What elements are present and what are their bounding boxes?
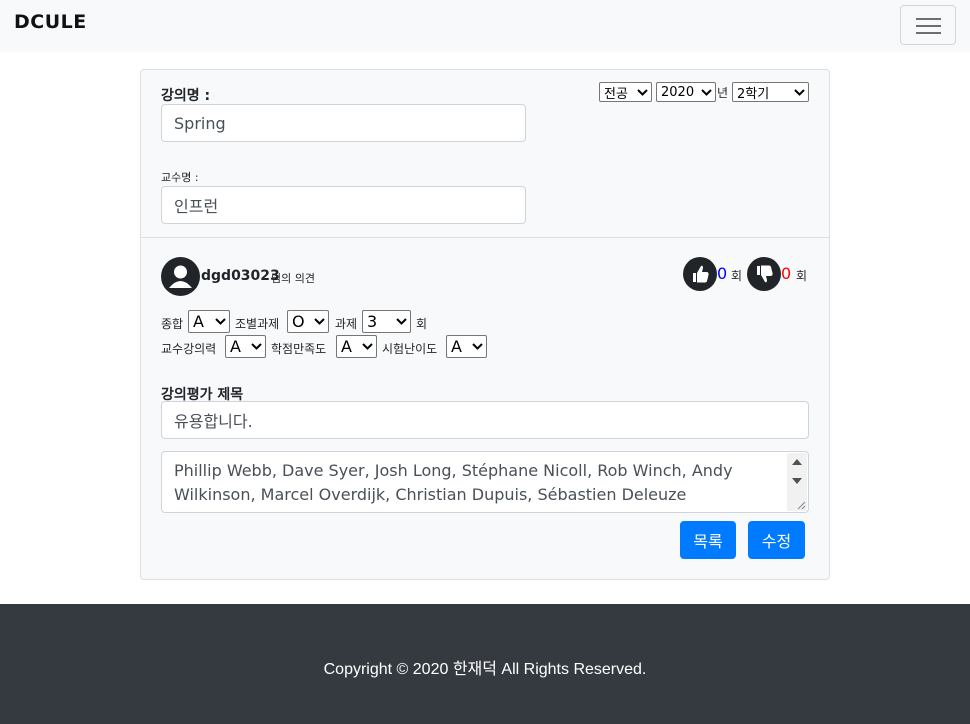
grading-select-value: A [341, 337, 352, 356]
assignment-label: 과제 [335, 317, 358, 331]
overall-select[interactable]: A [188, 310, 230, 333]
assignment-select[interactable]: 3 [362, 310, 411, 333]
grading-select[interactable]: A [336, 335, 377, 358]
team-project-select[interactable]: O [287, 310, 329, 333]
year-suffix: 년 [717, 86, 729, 100]
category-select[interactable]: 전공 [599, 82, 652, 102]
chevron-down-icon [794, 89, 805, 96]
team-project-label: 조별과제 [235, 317, 280, 331]
brand-logo[interactable]: DCULE [14, 11, 87, 33]
category-select-value: 전공 [604, 86, 628, 102]
edit-button[interactable]: 수정 [748, 521, 805, 559]
chevron-down-icon [251, 343, 262, 350]
scroll-up-icon[interactable] [792, 459, 802, 465]
lecture-name-label: 강의명 : [161, 88, 211, 104]
reviewer-username-suffix: 님의 의견 [271, 272, 315, 285]
scroll-down-icon[interactable] [792, 478, 802, 484]
lecture-name-field[interactable]: Spring [161, 104, 526, 142]
teaching-select-value: A [230, 337, 241, 356]
grading-label: 학점만족도 [271, 342, 327, 356]
chevron-down-icon [314, 318, 325, 325]
teaching-label: 교수강의력 [161, 342, 217, 356]
chevron-down-icon [215, 318, 226, 325]
navbar: DCULE [0, 0, 970, 52]
card-divider [141, 237, 829, 238]
thumbs-up-icon[interactable] [683, 257, 717, 291]
like-count: 0 [717, 264, 728, 283]
chevron-down-icon [362, 343, 373, 350]
like-count-unit: 회 [731, 269, 743, 283]
thumbs-down-icon[interactable] [747, 257, 781, 291]
reviewer-username: dgd03023 [201, 268, 280, 284]
overall-label: 종합 [161, 317, 184, 331]
resize-handle-icon[interactable] [796, 500, 806, 510]
chevron-down-icon [701, 89, 712, 96]
dislike-count-unit: 회 [796, 269, 808, 283]
user-avatar-icon [161, 257, 200, 296]
professor-field[interactable]: 인프런 [161, 186, 526, 224]
footer-copyright: Copyright © 2020 한재덕 All Rights Reserved… [323, 661, 647, 678]
overall-select-value: A [193, 312, 204, 331]
exam-select-value: A [451, 337, 462, 356]
chevron-down-icon [472, 343, 483, 350]
review-title-field[interactable]: 유용합니다. [161, 401, 809, 439]
year-select-value: 2020 [661, 84, 695, 100]
semester-select-value: 2학기 [737, 86, 770, 102]
hamburger-menu-button[interactable] [900, 5, 956, 45]
review-content-text: Phillip Webb, Dave Syer, Josh Long, Stép… [174, 461, 733, 504]
footer: Copyright © 2020 한재덕 All Rights Reserved… [0, 604, 970, 724]
team-project-select-value: O [292, 312, 305, 331]
assignment-unit: 회 [416, 317, 428, 331]
list-button[interactable]: 목록 [680, 521, 736, 559]
year-select[interactable]: 2020 [656, 82, 716, 102]
exam-select[interactable]: A [446, 335, 487, 358]
review-content-textarea[interactable]: Phillip Webb, Dave Syer, Josh Long, Stép… [161, 451, 809, 513]
chevron-down-icon [396, 318, 407, 325]
professor-label: 교수명 : [161, 171, 199, 184]
assignment-select-value: 3 [367, 312, 378, 331]
dislike-count: 0 [781, 264, 792, 283]
chevron-down-icon [637, 89, 648, 96]
semester-select[interactable]: 2학기 [732, 82, 809, 102]
teaching-select[interactable]: A [225, 335, 266, 358]
exam-label: 시험난이도 [382, 342, 438, 356]
